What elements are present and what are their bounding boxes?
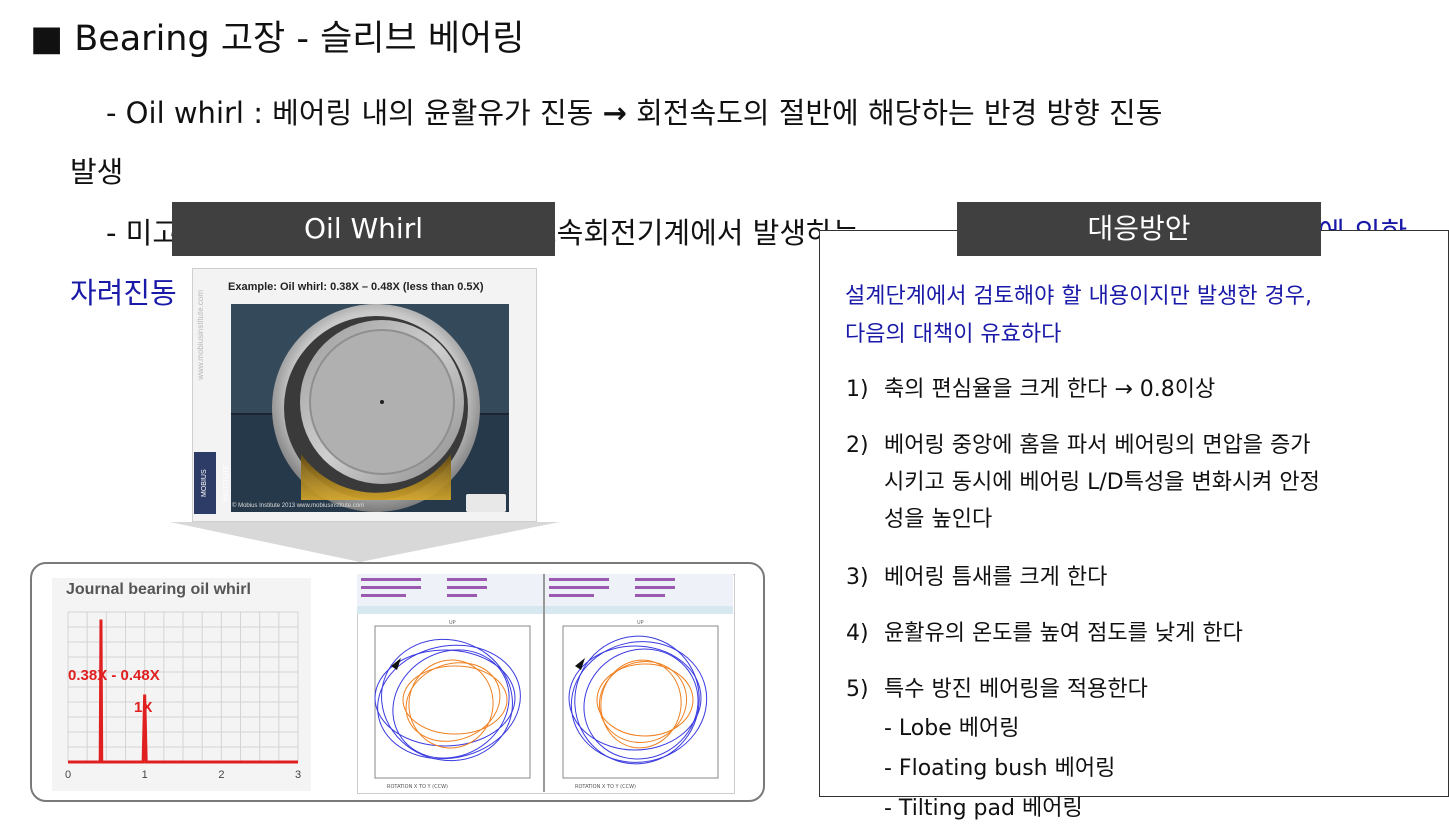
item-number: 3) [846, 565, 869, 590]
arrow-icon: → [602, 96, 627, 130]
spectrum-x-ticks: 0 1 2 3 [65, 769, 301, 781]
mobius-logo-text: MOBIUS INSTITUTE [201, 464, 230, 502]
up-label: UP [637, 620, 644, 626]
callout-pointer [170, 522, 560, 562]
item-number: 1) [846, 377, 869, 402]
slide-title: ■ Bearing 고장 - 슬리브 베어링 [30, 19, 525, 59]
list-item: 2) 베어링 중앙에 홈을 파서 베어링의 면압을 증가 시키고 동시에 베어링… [846, 428, 1436, 538]
list-item: 4) 윤활유의 온도를 높여 점도를 낮게 한다 [846, 616, 1436, 652]
orbit-blue-right [568, 635, 708, 765]
orbit-orange-left [402, 659, 508, 749]
item-number: 5) [846, 677, 869, 702]
video-caption: Example: Oil whirl: 0.38X – 0.48X (less … [228, 281, 484, 293]
journal-in-bearing-icon [231, 304, 509, 512]
x-tick-label: 3 [295, 769, 301, 781]
item-number: 4) [846, 621, 869, 646]
desc-line4-left: 자려진동 [70, 276, 177, 310]
orbit-orange-right [596, 659, 694, 749]
intro-line-2: 다음의 대책이 유효하다 [845, 322, 1062, 347]
orbit-caption-a: ROTATION X TO Y (CCW) [387, 784, 448, 790]
oil-whirl-description: - Oil whirl : 베어링 내의 윤활유가 진동 → 회전속도의 절반에… [106, 93, 1162, 133]
spectrum-chart: 0.38X - 0.48X 1X 0 1 2 3 [65, 611, 301, 781]
list-item: 1) 축의 편심율을 크게 한다 → 0.8이상 [846, 372, 1436, 408]
orbit-plots: UP UP ROTATION X TO Y (CCW) ROTATION X T… [357, 574, 733, 792]
item-text: 축의 편심율을 크게 한다 → 0.8이상 [884, 377, 1216, 402]
item-text: 특수 방진 베어링을 적용한다 [884, 677, 1148, 702]
sub-item: - Lobe 베어링 [884, 716, 1020, 741]
countermeasure-header: 대응방안 [957, 202, 1321, 256]
x-tick-label: 1 [142, 769, 148, 781]
sub-item: - Floating bush 베어링 [884, 756, 1116, 781]
spectrum-title: Journal bearing oil whirl [66, 581, 251, 598]
item-text: 베어링 틈새를 크게 한다 [884, 565, 1108, 590]
intro-line-1: 설계단계에서 검토해야 할 내용이지만 발생한 경우, [845, 284, 1313, 309]
desc-continuation: 발생 [70, 155, 124, 189]
list-item: 3) 베어링 틈새를 크게 한다 [846, 560, 1436, 596]
band-label: 0.38X - 0.48X [68, 667, 160, 684]
item-text: 윤활유의 온도를 높여 점도를 낮게 한다 [884, 621, 1243, 646]
list-item: 5) 특수 방진 베어링을 적용한다 - Lobe 베어링 - Floating… [846, 672, 1436, 822]
orbit-blue-left [374, 638, 521, 762]
x-tick-label: 2 [218, 769, 224, 781]
desc-part1: - Oil whirl : 베어링 내의 윤활유가 진동 [106, 96, 603, 130]
video-footer: © Mobius Institute 2013 www.mobiusinstit… [232, 503, 365, 509]
item-number: 2) [846, 433, 869, 458]
one-x-label: 1X [134, 699, 152, 716]
desc-line3-left: - 미고 [106, 216, 180, 250]
sub-item: - Tilting pad 베어링 [884, 796, 1083, 821]
countermeasure-intro: 설계단계에서 검토해야 할 내용이지만 발생한 경우, 다음의 대책이 유효하다 [845, 278, 1440, 354]
desc-part2: 회전속도의 절반에 해당하는 반경 방향 진동 [626, 96, 1163, 130]
mobius-logo: MOBIUS INSTITUTE [194, 452, 230, 514]
desc-line3-mid: 고속회전기계에서 발생하는 [530, 216, 860, 250]
oil-whirl-header: Oil Whirl [172, 202, 555, 256]
bearing-animation [231, 304, 509, 512]
up-label: UP [449, 620, 456, 626]
mobius-logo-small [466, 494, 506, 512]
item-text: 시키고 동시에 베어링 L/D특성을 변화시켜 안정 [884, 470, 1320, 495]
item-text: 성을 높인다 [884, 507, 993, 532]
video-watermark: www.mobiusinstitute.com [196, 290, 205, 380]
item-text: 베어링 중앙에 홈을 파서 베어링의 면압을 증가 [884, 433, 1311, 458]
orbit-caption-b: ROTATION X TO Y (CCW) [575, 784, 636, 790]
x-tick-label: 0 [65, 769, 71, 781]
